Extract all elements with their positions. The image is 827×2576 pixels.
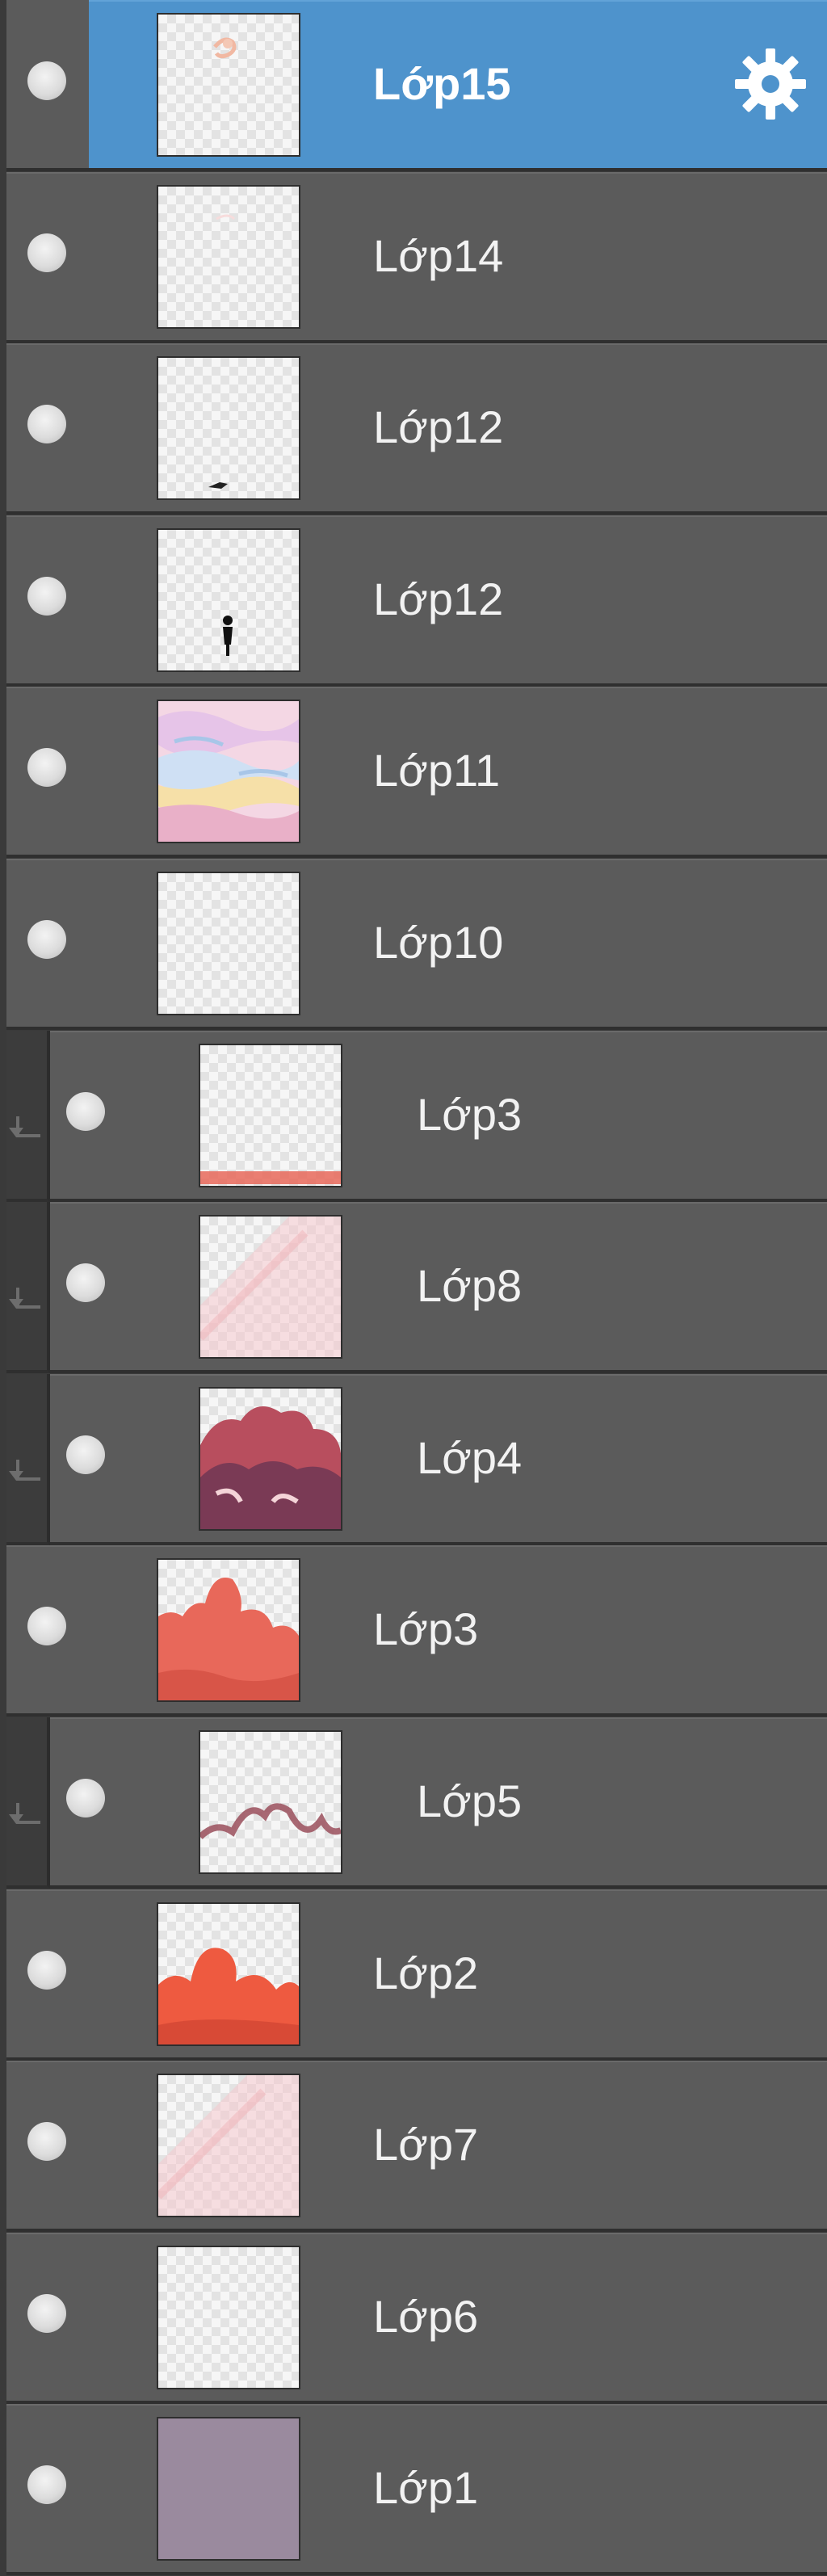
layer-thumbnail[interactable]: [157, 700, 300, 843]
clip-arrow-icon: [9, 1288, 40, 1309]
layer-name: Lớp5: [417, 1775, 523, 1826]
layer-name: Lớp1: [373, 2462, 479, 2513]
eye-icon[interactable]: [27, 2465, 66, 2504]
eye-icon[interactable]: [27, 1607, 66, 1645]
layer-name: Lớp12: [373, 401, 504, 452]
layer-panel: Lớp15 Lớp14 Lớp12 Lớp12 Lớp11 Lớp10 Lớp3 Lớp8 Lớ…: [0, 0, 827, 2576]
eye-icon[interactable]: [27, 1951, 66, 1990]
eye-icon[interactable]: [27, 405, 66, 443]
eye-icon[interactable]: [27, 920, 66, 959]
eye-icon[interactable]: [27, 2294, 66, 2333]
layer-thumbnail[interactable]: [157, 2074, 300, 2217]
layer-name: Lớp14: [373, 230, 504, 281]
layer-name: Lớp15: [373, 58, 511, 109]
layer-thumbnail[interactable]: [157, 185, 300, 329]
layer-thumbnail[interactable]: [199, 1044, 342, 1187]
layer-gutter: [6, 1202, 50, 1373]
layer-name: Lớp7: [373, 2119, 479, 2170]
layer-thumbnail[interactable]: [157, 528, 300, 672]
clip-arrow-icon: [9, 1460, 40, 1481]
layer-name: Lớp3: [373, 1603, 479, 1654]
clip-arrow-icon: [9, 1116, 40, 1137]
eye-icon[interactable]: [66, 1779, 105, 1817]
layer-thumbnail[interactable]: [157, 13, 300, 157]
clip-arrow-icon: [9, 1803, 40, 1824]
layer-gutter: [6, 1717, 50, 1889]
eye-icon[interactable]: [27, 748, 66, 787]
eye-icon[interactable]: [66, 1092, 105, 1131]
layer-name: Lớp10: [373, 917, 504, 968]
eye-icon[interactable]: [27, 2122, 66, 2161]
layer-name: Lớp2: [373, 1948, 479, 1998]
eye-icon[interactable]: [27, 233, 66, 272]
layer-thumbnail[interactable]: [157, 2246, 300, 2389]
layer-thumbnail[interactable]: [157, 2417, 300, 2561]
eye-icon[interactable]: [66, 1435, 105, 1474]
layer-thumbnail[interactable]: [157, 1902, 300, 2046]
layer-thumbnail[interactable]: [199, 1215, 342, 1359]
gear-icon[interactable]: [732, 45, 809, 123]
layer-thumbnail[interactable]: [157, 872, 300, 1015]
layer-gutter: [6, 1031, 50, 1202]
layer-name: Lớp8: [417, 1260, 523, 1311]
eye-icon[interactable]: [27, 61, 66, 100]
layer-thumbnail[interactable]: [157, 356, 300, 500]
layer-thumbnail[interactable]: [199, 1387, 342, 1531]
layer-gutter: [6, 1374, 50, 1545]
layer-name: Lớp11: [373, 745, 501, 796]
layer-name: Lớp6: [373, 2291, 479, 2342]
eye-icon[interactable]: [27, 577, 66, 616]
layer-thumbnail[interactable]: [199, 1730, 342, 1874]
layer-name: Lớp4: [417, 1432, 523, 1483]
layer-name: Lớp3: [417, 1089, 523, 1140]
eye-icon[interactable]: [66, 1263, 105, 1302]
layer-name: Lớp12: [373, 574, 504, 624]
layer-thumbnail[interactable]: [157, 1558, 300, 1702]
